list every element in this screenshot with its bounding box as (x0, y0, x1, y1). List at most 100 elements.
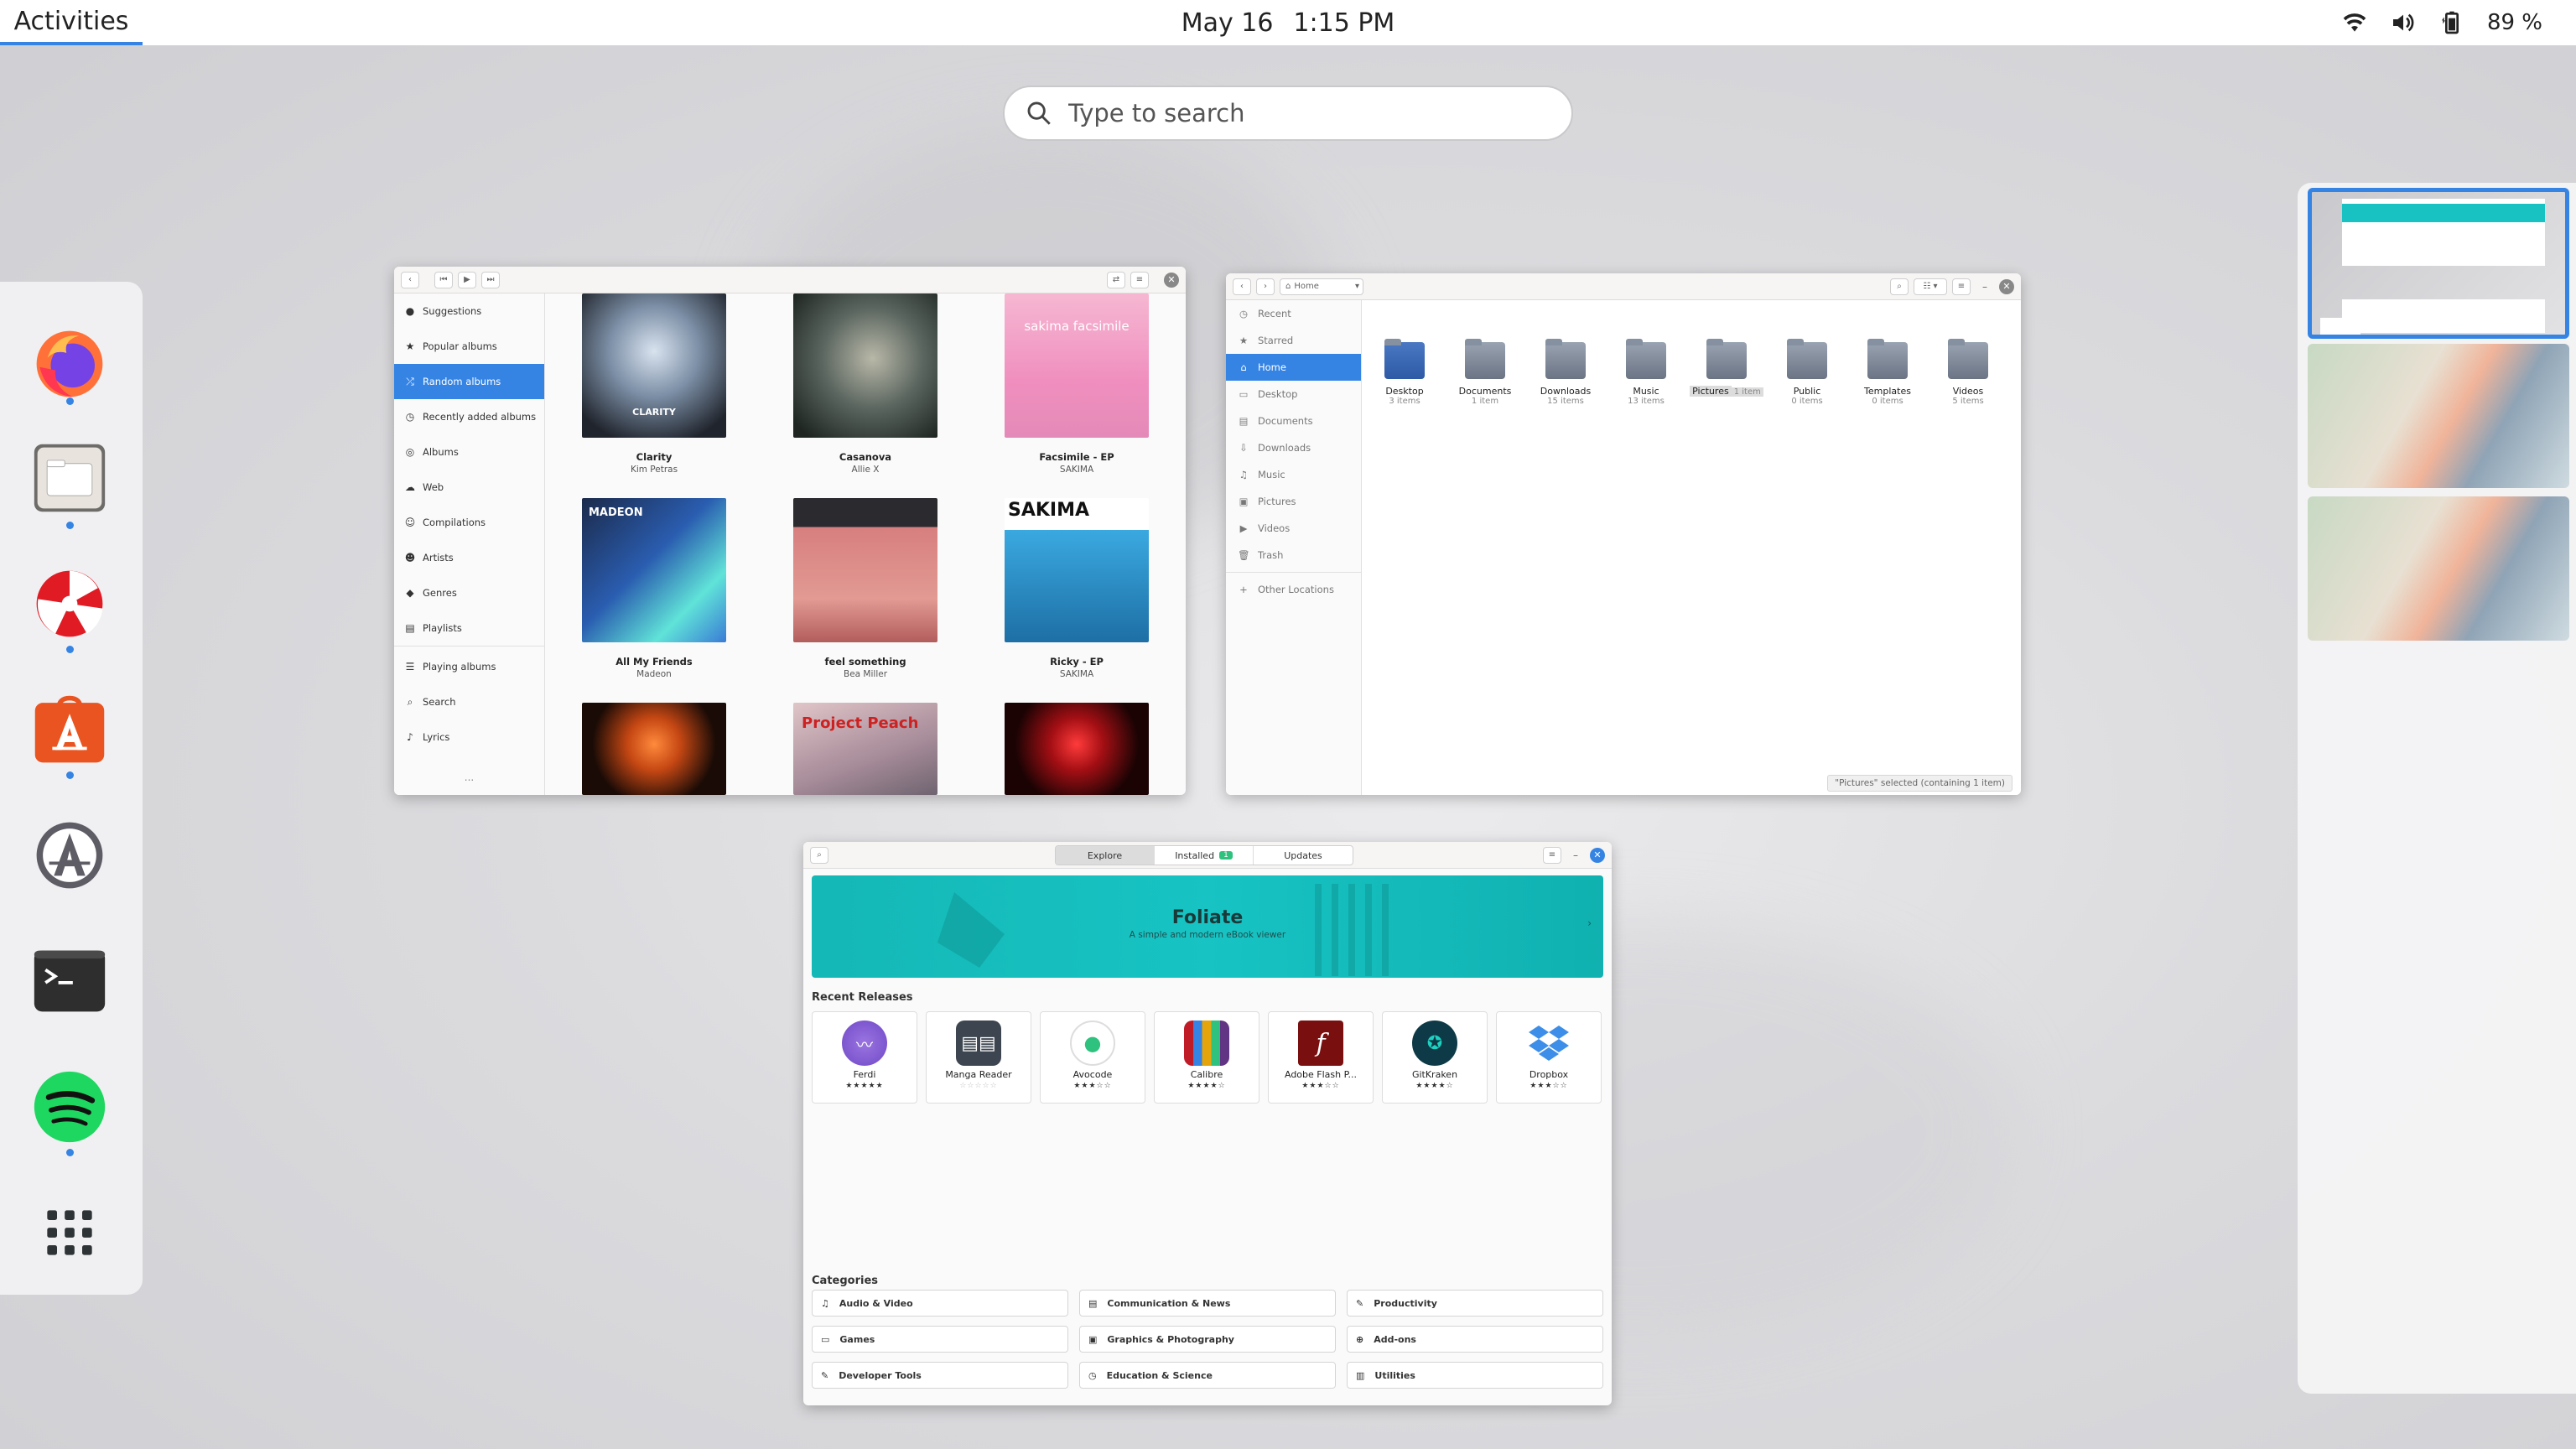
sidebar-item-pictures[interactable]: ▣ Pictures (1226, 488, 1361, 515)
search-button[interactable]: ⌕ (810, 846, 828, 864)
search-input[interactable] (1068, 99, 1538, 127)
workspace-thumbnail-1[interactable] (2308, 188, 2569, 339)
app-tile-dropbox[interactable]: Dropbox ★★★☆☆ (1496, 1011, 1602, 1104)
sidebar-item-other-locations[interactable]: + Other Locations (1226, 576, 1361, 603)
sidebar-item-artists[interactable]: ☻ Artists (394, 540, 544, 575)
sidebar-item-videos[interactable]: ▶ Videos (1226, 515, 1361, 542)
category-productivity[interactable]: ✎ Productivity (1347, 1290, 1603, 1317)
category-add-ons[interactable]: ⊕ Add-ons (1347, 1326, 1603, 1353)
play-button[interactable]: ▶ (458, 271, 476, 288)
chevron-right-icon[interactable]: › (1587, 917, 1592, 929)
next-button[interactable]: ⏭ (481, 271, 500, 288)
sidebar-item-genres[interactable]: ◆ Genres (394, 575, 544, 610)
spotify-icon[interactable] (29, 1067, 110, 1147)
forward-button[interactable]: › (1256, 278, 1275, 295)
album-tile[interactable]: sakima facsimile Facsimile - EP SAKIMA (1005, 293, 1149, 475)
folder-downloads[interactable]: Downloads 15 items (1528, 339, 1603, 406)
sidebar-item-lyrics[interactable]: ♪ Lyrics (394, 719, 544, 755)
sidebar-item-web[interactable]: ☁ Web (394, 470, 544, 505)
app-tile-avocode[interactable]: ● Avocode ★★★☆☆ (1040, 1011, 1145, 1104)
menu-button[interactable]: ≡ (1130, 271, 1149, 288)
minimize-icon[interactable]: – (1982, 281, 1987, 293)
minimize-icon[interactable]: – (1573, 849, 1578, 861)
category-utilities[interactable]: ▥ Utilities (1347, 1362, 1603, 1389)
folder-templates[interactable]: Templates 0 items (1850, 339, 1925, 406)
search-button[interactable]: ⌕ (1890, 278, 1909, 295)
menu-button[interactable]: ≡ (1543, 846, 1561, 864)
sidebar-item-suggestions[interactable]: ● Suggestions (394, 293, 544, 329)
sidebar-item-recently-added[interactable]: ◷ Recently added albums (394, 399, 544, 434)
app-tile-manga-reader[interactable]: ▤▤ Manga Reader ☆☆☆☆☆ (926, 1011, 1031, 1104)
app-tile-calibre[interactable]: Calibre ★★★★☆ (1154, 1011, 1259, 1104)
tab-explore[interactable]: Explore (1056, 846, 1155, 865)
app-tile-gitkraken[interactable]: ✪ GitKraken ★★★★☆ (1382, 1011, 1488, 1104)
search-box[interactable] (1003, 86, 1573, 141)
sidebar-item-downloads[interactable]: ⇩ Downloads (1226, 434, 1361, 461)
album-tile[interactable]: MADEON All My Friends Madeon (582, 498, 726, 679)
sidebar-item-playing-albums[interactable]: ☰ Playing albums (394, 649, 544, 684)
menu-button[interactable]: ≡ (1952, 278, 1971, 295)
workspace-thumbnail-2[interactable] (2308, 344, 2569, 488)
firefox-icon[interactable] (29, 324, 110, 404)
folder-desktop[interactable]: Desktop 3 items (1367, 339, 1442, 406)
path-bar[interactable]: ⌂ Home ▾ (1280, 278, 1363, 295)
folder-pictures[interactable]: Pictures 1 item (1689, 339, 1764, 397)
sidebar-item-documents[interactable]: ▤ Documents (1226, 408, 1361, 434)
sidebar-item-music[interactable]: ♫ Music (1226, 461, 1361, 488)
shuffle-button[interactable]: ⇄ (1107, 271, 1125, 288)
software-window[interactable]: ⌕ Explore Installed 1 Updates ≡ – ✕ Folia… (803, 842, 1612, 1405)
view-options-button[interactable]: ☷ ▾ (1914, 278, 1947, 295)
lollypop-window[interactable]: ‹ ⏮ ▶ ⏭ ⇄ ≡ ✕ ● Suggestions ★ Popular albu… (394, 267, 1186, 795)
category-games[interactable]: ▭ Games (812, 1326, 1068, 1353)
sidebar-item-search[interactable]: ⌕ Search (394, 684, 544, 719)
sidebar-item-popular-albums[interactable]: ★ Popular albums (394, 329, 544, 364)
show-apps-icon[interactable] (29, 1192, 110, 1273)
folder-music[interactable]: Music 13 items (1608, 339, 1684, 406)
close-button[interactable]: ✕ (1999, 278, 2014, 294)
album-tile[interactable]: CLARITY Clarity Kim Petras (582, 293, 726, 475)
lollypop-icon[interactable] (29, 564, 110, 644)
back-button[interactable]: ‹ (1233, 278, 1251, 295)
category-graphics-photography[interactable]: ▣ Graphics & Photography (1079, 1326, 1336, 1353)
previous-button[interactable]: ⏮ (434, 271, 453, 288)
system-tray[interactable]: 89 % (2341, 0, 2542, 45)
sidebar-item-compilations[interactable]: ☺ Compilations (394, 505, 544, 540)
album-tile[interactable]: SAKIMA RICKY Ricky - EP SAKIMA (1005, 498, 1149, 679)
sidebar-item-albums[interactable]: ◎ Albums (394, 434, 544, 470)
album-tile[interactable]: feel something Bea Miller (793, 498, 937, 679)
album-tile[interactable] (582, 703, 726, 795)
sidebar-item-trash[interactable]: 🗑 Trash (1226, 542, 1361, 569)
sidebar-item-desktop[interactable]: ▭ Desktop (1226, 381, 1361, 408)
folder-public[interactable]: Public 0 items (1769, 339, 1845, 406)
sidebar-item-home[interactable]: ⌂ Home (1226, 354, 1361, 381)
featured-banner[interactable]: Foliate A simple and modern eBook viewer… (812, 875, 1603, 978)
folder-videos[interactable]: Videos 5 items (1930, 339, 2006, 406)
back-button[interactable]: ‹ (401, 271, 419, 288)
files-window[interactable]: ‹ › ⌂ Home ▾ ⌕ ☷ ▾ ≡ – ✕ ◷ Recent ★ Starred … (1226, 273, 2021, 795)
album-tile[interactable]: Casanova Allie X (793, 293, 937, 475)
update-manager-icon[interactable] (29, 815, 110, 896)
software-icon[interactable] (29, 689, 110, 770)
app-tile-ferdi[interactable]: 〰 Ferdi ★★★★★ (812, 1011, 917, 1104)
album-tile[interactable] (1005, 703, 1149, 795)
workspace-thumbnail-3[interactable] (2308, 496, 2569, 641)
sidebar-item-playlists[interactable]: ▤ Playlists (394, 610, 544, 646)
sidebar-item-recent[interactable]: ◷ Recent (1226, 300, 1361, 327)
app-tile-adobe-flash[interactable]: f Adobe Flash P... ★★★☆☆ (1268, 1011, 1374, 1104)
category-audio-video[interactable]: ♫ Audio & Video (812, 1290, 1068, 1317)
folder-documents[interactable]: Documents 1 item (1447, 339, 1523, 406)
clock[interactable]: May 16 1:15 PM (0, 8, 2576, 38)
tab-updates[interactable]: Updates (1254, 846, 1353, 865)
category-communication-news[interactable]: ▤ Communication & News (1079, 1290, 1336, 1317)
files-icon[interactable] (29, 438, 110, 518)
category-developer-tools[interactable]: ✎ Developer Tools (812, 1362, 1068, 1389)
category-education-science[interactable]: ◷ Education & Science (1079, 1362, 1336, 1389)
close-button[interactable]: ✕ (1590, 847, 1605, 863)
close-button[interactable]: ✕ (1164, 272, 1179, 288)
tab-installed[interactable]: Installed 1 (1155, 846, 1254, 865)
sidebar-item-random-albums[interactable]: ⤮ Random albums (394, 364, 544, 399)
sidebar-item-starred[interactable]: ★ Starred (1226, 327, 1361, 354)
album-tile[interactable]: Project Peach (793, 703, 937, 795)
sidebar-more[interactable]: ... (394, 771, 544, 783)
terminal-icon[interactable] (29, 941, 110, 1021)
